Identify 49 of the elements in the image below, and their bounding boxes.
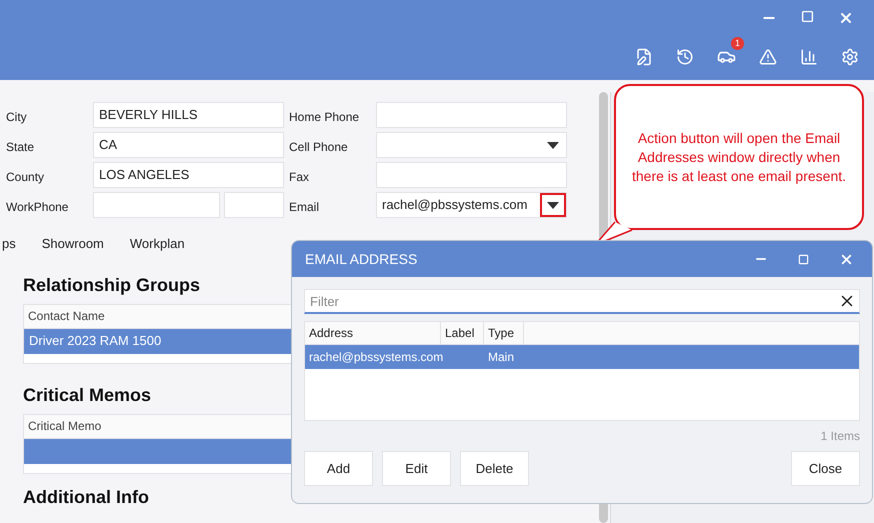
filter-field[interactable]: Filter — [304, 289, 860, 314]
input-field[interactable] — [376, 162, 567, 188]
maximize-icon[interactable] — [798, 254, 809, 264]
field-label: State — [5, 139, 36, 156]
input-field[interactable]: BEVERLY HILLS — [93, 102, 284, 128]
section-heading: Relationship Groups — [23, 274, 200, 296]
notification-badge: 1 — [731, 37, 744, 50]
dialog-button[interactable]: Edit — [382, 451, 451, 486]
section-heading: Additional Info — [23, 486, 149, 508]
column-header[interactable]: Label — [441, 322, 484, 344]
dropdown-button[interactable] — [540, 193, 566, 217]
dropdown-field[interactable]: rachel@pbssystems.com — [376, 192, 567, 218]
field-label: Fax — [288, 169, 310, 186]
input-field[interactable] — [376, 102, 567, 128]
caret-icon — [547, 142, 559, 148]
field-label: WorkPhone — [5, 199, 70, 216]
callout-text: Action button will open the Email Addresses window directly when there is at least one email present. — [631, 128, 848, 186]
caret-icon — [547, 202, 559, 208]
dialog-title: EMAIL ADDRESS — [305, 250, 418, 268]
edit-document-icon[interactable] — [635, 48, 653, 66]
settings-icon[interactable] — [841, 48, 859, 66]
tab[interactable]: ps — [2, 234, 16, 254]
tab[interactable]: Workplan — [130, 234, 185, 254]
column-header[interactable]: Type — [484, 322, 524, 344]
column-header: Contact Name — [28, 308, 105, 325]
input-field[interactable] — [93, 192, 220, 218]
field-label: City — [5, 109, 28, 126]
maximize-icon[interactable] — [801, 10, 814, 23]
tab[interactable]: Showroom — [42, 234, 104, 254]
history-icon[interactable] — [676, 48, 694, 66]
item-count: 1 Items — [820, 428, 860, 445]
column-header: Critical Memo — [28, 418, 102, 435]
dialog-button[interactable]: Delete — [460, 451, 529, 486]
column-header[interactable]: Address — [305, 322, 441, 344]
input-field[interactable] — [224, 192, 284, 218]
warning-icon[interactable] — [759, 48, 777, 66]
bar-chart-icon[interactable] — [800, 48, 818, 66]
field-label: County — [5, 169, 46, 186]
dialog-button[interactable]: Add — [304, 451, 373, 486]
close-button[interactable]: Close — [791, 451, 860, 486]
section-heading: Critical Memos — [23, 384, 152, 406]
field-label: Cell Phone — [288, 139, 349, 156]
field-label: Email — [288, 199, 320, 216]
field-label: Home Phone — [288, 109, 360, 126]
table-row[interactable]: rachel@pbssystems.com Main — [305, 345, 859, 369]
input-field[interactable]: CA — [93, 132, 284, 158]
dropdown-field[interactable] — [376, 132, 567, 158]
input-field[interactable]: LOS ANGELES — [93, 162, 284, 188]
close-icon[interactable] — [838, 10, 854, 26]
